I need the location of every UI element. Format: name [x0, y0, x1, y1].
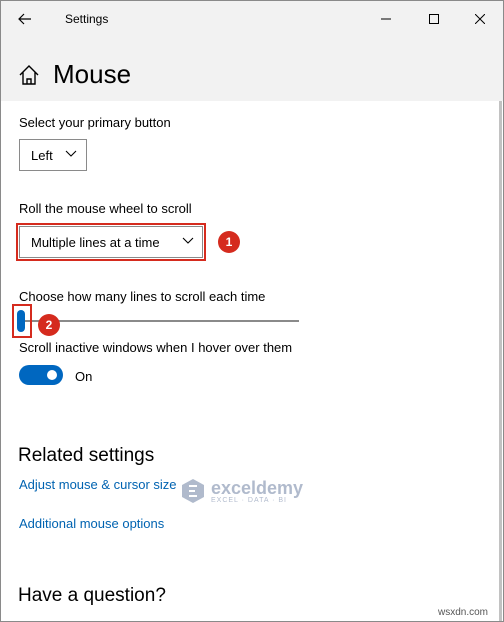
settings-content: Select your primary button Left Roll the… [1, 101, 503, 621]
title-bar: Settings [1, 1, 503, 37]
annotation-badge-2: 2 [38, 314, 60, 336]
minimize-icon [381, 18, 391, 20]
primary-button-label: Select your primary button [19, 115, 171, 130]
page-title: Mouse [53, 59, 132, 89]
maximize-button[interactable] [411, 1, 457, 37]
have-a-question-heading: Have a question? [18, 585, 166, 606]
related-settings-heading: Related settings [18, 445, 155, 466]
annotation-badge-1: 1 [218, 231, 240, 253]
exceldemy-watermark: exceldemy EXCEL · DATA · BI [179, 477, 303, 505]
home-icon[interactable] [18, 64, 40, 86]
lines-to-scroll-label: Choose how many lines to scroll each tim… [19, 289, 266, 304]
watermark-name: exceldemy [211, 477, 304, 498]
inactive-scroll-toggle[interactable] [19, 365, 63, 385]
back-arrow-icon [18, 13, 31, 25]
wheel-scroll-label: Roll the mouse wheel to scroll [19, 201, 192, 216]
window-title: Settings [65, 12, 109, 26]
additional-mouse-options-link[interactable]: Additional mouse options [19, 516, 164, 531]
back-button[interactable] [11, 7, 39, 31]
toggle-state-label: On [75, 369, 93, 384]
vertical-scrollbar[interactable] [499, 101, 502, 621]
lines-slider-track[interactable] [23, 320, 299, 322]
page-header: Mouse [1, 37, 503, 101]
settings-window: Settings Mouse Select your primary butto… [0, 0, 504, 622]
maximize-icon [429, 14, 439, 24]
footer-site-label: wsxdn.com [438, 607, 489, 618]
watermark-tagline: EXCEL · DATA · BI [211, 496, 287, 504]
highlight-box-slider [12, 304, 32, 338]
chevron-down-icon [65, 150, 77, 157]
primary-button-value: Left [31, 147, 53, 163]
close-button[interactable] [457, 1, 503, 37]
exceldemy-logo-icon [182, 479, 204, 503]
minimize-button[interactable] [363, 1, 409, 37]
toggle-knob [47, 370, 57, 380]
close-icon [475, 14, 485, 24]
inactive-scroll-label: Scroll inactive windows when I hover ove… [19, 340, 293, 355]
primary-button-dropdown[interactable]: Left [19, 139, 87, 171]
adjust-mouse-cursor-link[interactable]: Adjust mouse & cursor size [19, 477, 177, 492]
highlight-box-dropdown [16, 223, 206, 261]
